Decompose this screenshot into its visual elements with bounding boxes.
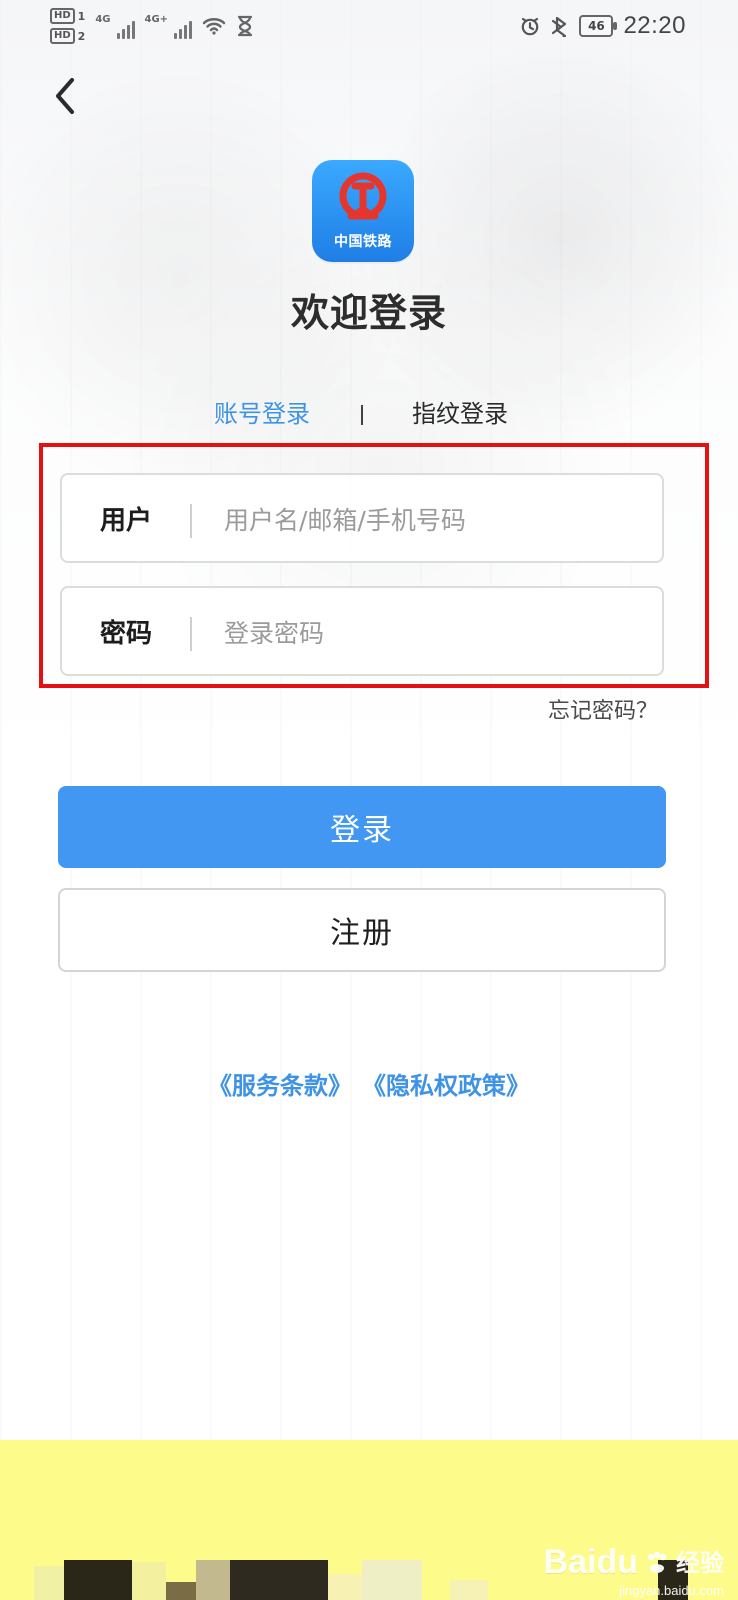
chevron-left-icon[interactable] (44, 74, 88, 118)
password-separator (190, 617, 192, 651)
battery-level: 46 (588, 19, 605, 33)
watermark-url: jingyan.baidu.com (619, 1583, 724, 1598)
signal-icon (116, 19, 135, 39)
mosaic-block (64, 1560, 132, 1600)
alarm-icon (522, 17, 539, 36)
password-field: 密码 (60, 586, 664, 676)
bluetooth-icon (552, 16, 567, 37)
status-left: HD 1 HD 2 4G 4G+ (50, 6, 254, 46)
watermark-brand: Baidu (543, 1543, 638, 1581)
username-input[interactable] (222, 497, 646, 543)
sim-indicators: HD 1 HD 2 (50, 8, 85, 44)
network-1-label: 4G (95, 13, 111, 25)
status-right: 46 22:20 (519, 8, 686, 44)
railway-logo-icon (339, 172, 387, 220)
sim1-indicator: HD 1 (50, 8, 85, 24)
login-button[interactable]: 登录 (58, 786, 666, 868)
wifi-icon (202, 18, 226, 35)
username-label: 用户 (100, 506, 153, 536)
terms-link[interactable]: 《服务条款》 (208, 1072, 352, 1100)
register-button[interactable]: 注册 (58, 888, 666, 972)
signal-icon (174, 19, 193, 39)
login-tabs: 账号登录 指纹登录 (0, 394, 738, 438)
network-2: 4G+ (145, 14, 193, 39)
paw-icon (647, 1551, 667, 1573)
app-logo: 中国铁路 (312, 160, 414, 262)
legal-links: 《服务条款》 《隐私权政策》 (0, 1066, 738, 1101)
sim1-index: 1 (77, 9, 86, 23)
status-time: 22:20 (623, 12, 686, 39)
mosaic-block (230, 1560, 328, 1600)
mosaic-block (362, 1560, 422, 1600)
privacy-link[interactable]: 《隐私权政策》 (362, 1072, 530, 1100)
watermark-suffix: 经验 (676, 1549, 724, 1577)
hourglass-icon (237, 15, 253, 37)
tabs-divider (361, 405, 363, 425)
page-title: 欢迎登录 (290, 291, 447, 335)
sim2-indicator: HD 2 (50, 28, 85, 44)
mosaic-block (328, 1574, 362, 1600)
tab-fingerprint-login[interactable]: 指纹登录 (412, 394, 508, 429)
mosaic-block (132, 1562, 166, 1600)
mosaic-block (34, 1566, 64, 1600)
baidu-watermark: Baidu 经验 jingyan.baidu.com (543, 1543, 724, 1598)
network-2-label: 4G+ (144, 13, 169, 25)
mosaic-block (450, 1580, 488, 1600)
sim2-index: 2 (77, 29, 86, 43)
username-separator (190, 504, 192, 538)
battery-icon: 46 (579, 15, 618, 37)
password-label: 密码 (100, 619, 153, 649)
logo-text: 中国铁路 (334, 234, 392, 250)
username-field: 用户 (60, 473, 664, 563)
network-1: 4G (95, 13, 135, 39)
password-input[interactable] (222, 610, 646, 656)
sim1-hd: HD (50, 8, 75, 24)
bottom-band: Baidu 经验 jingyan.baidu.com (0, 1440, 738, 1600)
sim2-hd: HD (50, 28, 75, 44)
tab-account-login[interactable]: 账号登录 (214, 394, 310, 429)
status-bar: HD 1 HD 2 4G 4G+ 46 22:20 (0, 0, 738, 52)
forgot-password-link[interactable]: 忘记密码？ (548, 693, 658, 725)
mosaic-block (196, 1560, 230, 1600)
mosaic-block (166, 1582, 196, 1600)
